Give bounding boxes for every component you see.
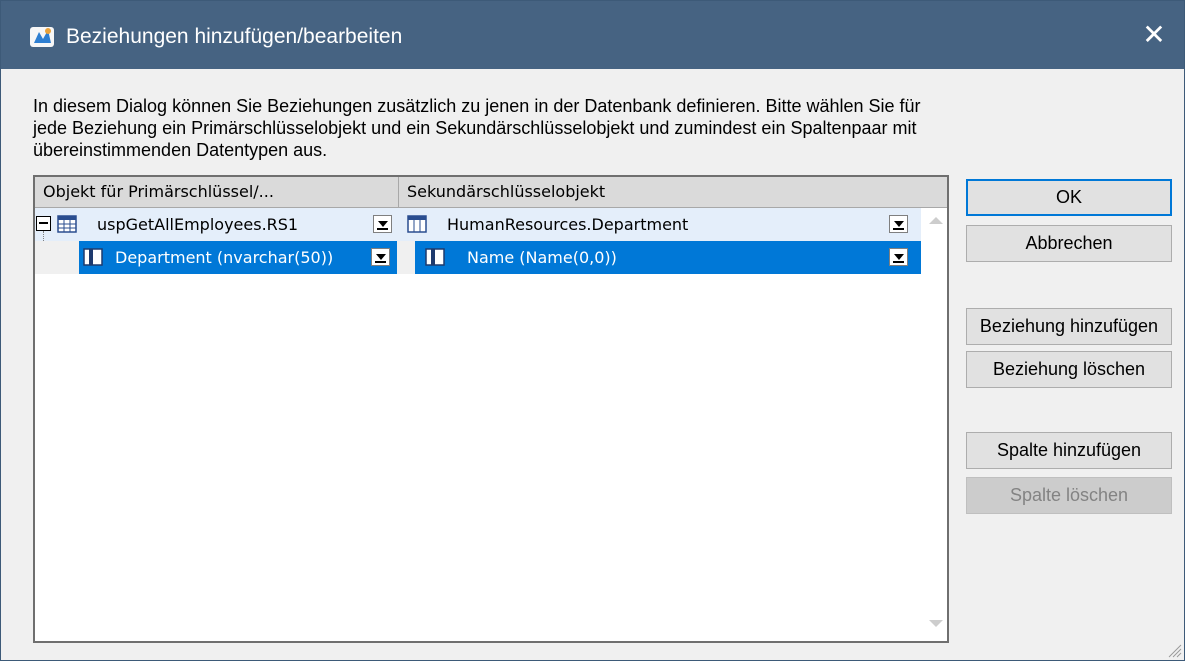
column-header-primary[interactable]: Objekt für Primärschlüssel/... xyxy=(35,177,399,207)
relation-row[interactable]: uspGetAllEmployees.RS1 HumanResources.De… xyxy=(35,208,921,241)
window-title: Beziehungen hinzufügen/bearbeiten xyxy=(66,25,403,48)
scroll-up-icon[interactable] xyxy=(929,217,943,224)
primary-column-dropdown-arrow-icon[interactable] xyxy=(371,248,390,266)
close-icon[interactable]: ✕ xyxy=(1136,17,1172,53)
title-bar[interactable]: Beziehungen hinzufügen/bearbeiten ✕ xyxy=(1,1,1184,69)
secondary-column-cell[interactable]: Name (Name(0,0)) xyxy=(415,241,921,274)
scroll-down-icon[interactable] xyxy=(929,620,943,627)
relations-grid[interactable]: Objekt für Primärschlüssel/... Sekundärs… xyxy=(33,175,949,643)
app-icon xyxy=(30,27,54,47)
secondary-dropdown-arrow-icon[interactable] xyxy=(889,215,908,233)
collapse-icon[interactable] xyxy=(36,216,51,231)
add-relation-button[interactable]: Beziehung hinzufügen xyxy=(966,308,1172,345)
primary-column-name: Department (nvarchar(50)) xyxy=(115,248,334,267)
add-column-button[interactable]: Spalte hinzufügen xyxy=(966,432,1172,469)
column-icon xyxy=(83,248,103,266)
primary-object-name: uspGetAllEmployees.RS1 xyxy=(97,215,299,234)
secondary-column-dropdown-arrow-icon[interactable] xyxy=(889,248,908,266)
resize-grip-icon[interactable] xyxy=(1166,642,1182,658)
column-header-secondary[interactable]: Sekundärschlüsselobjekt xyxy=(399,177,947,207)
dialog-window: Beziehungen hinzufügen/bearbeiten ✕ In d… xyxy=(0,0,1185,661)
delete-relation-button[interactable]: Beziehung löschen xyxy=(966,351,1172,388)
cancel-button[interactable]: Abbrechen xyxy=(966,225,1172,262)
delete-column-button: Spalte löschen xyxy=(966,477,1172,514)
secondary-object-name: HumanResources.Department xyxy=(447,215,689,234)
secondary-cell[interactable]: HumanResources.Department xyxy=(401,208,921,241)
primary-column-cell[interactable]: Department (nvarchar(50)) xyxy=(79,241,397,274)
column-icon xyxy=(425,248,445,266)
columns-icon xyxy=(407,215,427,233)
column-pair-row[interactable]: Department (nvarchar(50)) Name (Name(0,0… xyxy=(35,241,921,274)
primary-cell[interactable]: uspGetAllEmployees.RS1 xyxy=(35,208,399,241)
ok-button[interactable]: OK xyxy=(966,179,1172,216)
primary-dropdown-arrow-icon[interactable] xyxy=(373,215,392,233)
secondary-column-name: Name (Name(0,0)) xyxy=(467,248,617,267)
table-icon xyxy=(57,215,77,233)
grid-header: Objekt für Primärschlüssel/... Sekundärs… xyxy=(35,177,947,208)
dialog-description: In diesem Dialog können Sie Beziehungen … xyxy=(33,96,921,160)
